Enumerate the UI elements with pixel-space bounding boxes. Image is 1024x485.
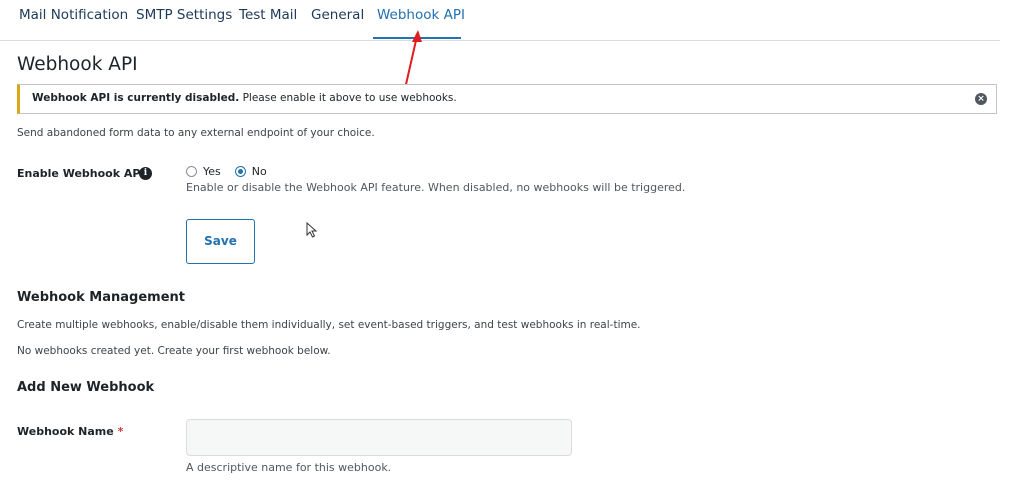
save-button[interactable]: Save [186,219,255,264]
tab-mail-notification[interactable]: Mail Notification [19,7,128,23]
add-new-webhook-title: Add New Webhook [17,380,155,395]
active-tab-indicator [373,37,461,39]
webhook-name-input[interactable] [186,419,572,456]
radio-yes[interactable] [186,165,197,177]
mouse-cursor-icon [306,222,318,238]
close-circle-icon[interactable]: × [975,93,987,105]
radio-no[interactable] [234,165,246,177]
enable-webhook-radios: Yes No [186,163,281,179]
webhook-management-description: Create multiple webhooks, enable/disable… [17,319,641,331]
required-mark: * [117,425,124,438]
webhook-management-title: Webhook Management [17,290,185,305]
page-title: Webhook API [17,54,138,75]
notice-text: Please enable it above to use webhooks. [239,92,457,104]
radio-yes-label[interactable]: Yes [203,165,221,178]
tab-test-mail[interactable]: Test Mail [239,7,297,23]
webhook-name-label-text: Webhook Name [17,425,114,438]
tab-webhook-api[interactable]: Webhook API [377,7,465,23]
enable-webhook-help: Enable or disable the Webhook API featur… [186,181,686,194]
notice-message: Webhook API is currently disabled. Pleas… [32,92,457,104]
webhook-name-help: A descriptive name for this webhook. [186,461,392,474]
empty-webhooks-message: No webhooks created yet. Create your fir… [17,345,331,357]
tab-smtp-settings[interactable]: SMTP Settings [136,7,232,23]
settings-tabs: Mail Notification SMTP Settings Test Mai… [0,0,1000,41]
tab-general[interactable]: General [311,7,364,23]
enable-webhook-label: Enable Webhook API [17,167,145,180]
webhook-name-label: Webhook Name * [17,425,123,438]
radio-no-label[interactable]: No [252,165,267,178]
notice-bold-text: Webhook API is currently disabled. [32,92,240,104]
disabled-notice: Webhook API is currently disabled. Pleas… [17,84,997,114]
page-description: Send abandoned form data to any external… [17,127,375,139]
info-icon[interactable]: i [139,167,152,180]
